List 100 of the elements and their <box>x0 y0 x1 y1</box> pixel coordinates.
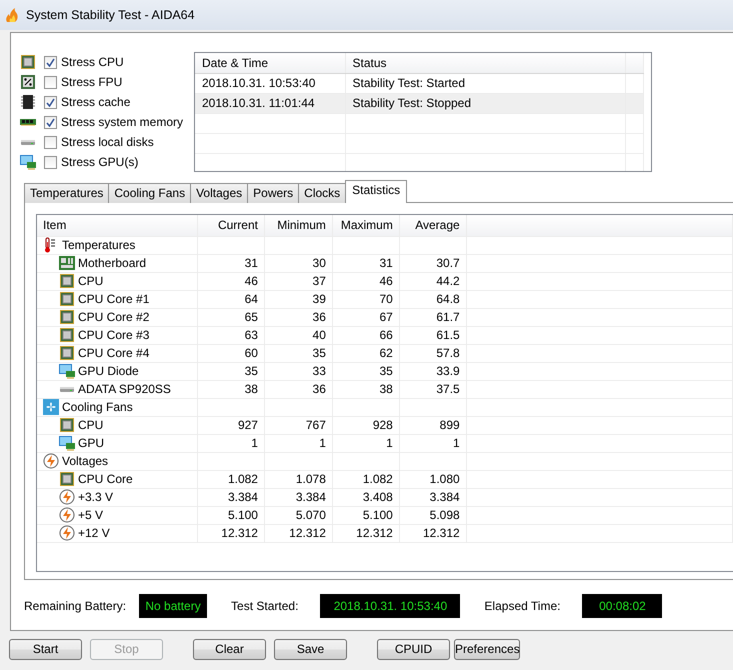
table-cell: 37 <box>312 274 326 288</box>
column-header[interactable]: Average <box>399 215 466 236</box>
table-cell: 37.5 <box>436 382 460 396</box>
sensor-label: CPU Core #1 <box>78 291 150 307</box>
table-cell: 33.9 <box>436 364 460 378</box>
tab[interactable]: Temperatures <box>24 183 110 203</box>
monitor-card-icon <box>20 154 36 170</box>
sensor-label: CPU Core #4 <box>78 345 150 361</box>
tab[interactable]: Voltages <box>190 183 248 203</box>
table-cell: 64.8 <box>436 292 460 306</box>
table-cell: 67 <box>379 310 393 324</box>
checkbox-label[interactable]: Stress cache <box>61 94 130 110</box>
table-cell: 1 <box>453 436 460 450</box>
table-cell: 38 <box>244 382 258 396</box>
checkbox[interactable] <box>44 136 57 148</box>
checkbox-label[interactable]: Stress GPU(s) <box>61 154 138 170</box>
column-header[interactable]: Item <box>37 215 198 236</box>
checkbox-label[interactable]: Stress system memory <box>61 114 184 130</box>
group-label: Voltages <box>62 453 108 469</box>
lightning-icon <box>59 507 75 523</box>
tab[interactable]: Clocks <box>298 183 346 203</box>
table-cell: 33 <box>312 364 326 378</box>
table-cell: 30 <box>312 256 326 270</box>
table-cell: 5.098 <box>430 508 460 522</box>
checkbox[interactable] <box>44 96 57 108</box>
column-header[interactable]: Minimum <box>264 215 332 236</box>
table-cell: 1 <box>319 436 326 450</box>
table-cell: 30.7 <box>436 256 460 270</box>
status-display: 00:08:02 <box>582 594 662 618</box>
column-header[interactable]: Current <box>198 215 264 236</box>
window-title: System Stability Test - AIDA64 <box>26 8 195 22</box>
field-label: Remaining Battery: <box>24 598 126 614</box>
chip-icon <box>59 327 75 343</box>
chip-icon <box>59 273 75 289</box>
sensor-label: CPU <box>78 417 104 433</box>
table-cell: 39 <box>312 292 326 306</box>
table-cell: 60 <box>244 346 258 360</box>
checkbox-label[interactable]: Stress FPU <box>61 74 122 90</box>
sensor-label: +5 V <box>78 507 104 523</box>
table-cell: 767 <box>306 418 326 432</box>
sensor-label: +12 V <box>78 525 110 541</box>
button[interactable]: Start <box>9 639 82 660</box>
checkbox-label[interactable]: Stress local disks <box>61 134 154 150</box>
fan-icon <box>43 399 59 415</box>
table-cell: 2018.10.31. 10:53:40 <box>202 76 316 90</box>
table-cell: 1.080 <box>430 472 460 486</box>
log-row[interactable]: 2018.10.31. 11:01:44 Stability Test: Stopped <box>195 93 643 113</box>
table-cell: 31 <box>379 256 393 270</box>
tab[interactable]: Powers <box>247 183 300 203</box>
table-cell: 35 <box>379 364 393 378</box>
tab[interactable]: Cooling Fans <box>108 183 192 203</box>
sensor-label: CPU <box>78 273 104 289</box>
column-header[interactable]: Maximum <box>332 215 400 236</box>
button[interactable]: Clear <box>193 639 266 660</box>
sensor-label: GPU Diode <box>78 363 139 379</box>
column-header[interactable]: Status <box>345 53 625 73</box>
table-cell: 61.5 <box>436 328 460 342</box>
table-cell: 65 <box>244 310 258 324</box>
percent-chip-icon <box>20 74 36 90</box>
checkbox[interactable] <box>44 156 57 168</box>
status-display: No battery <box>139 594 208 618</box>
chip-icon <box>59 291 75 307</box>
checkbox[interactable] <box>44 116 57 128</box>
table-cell: 928 <box>372 418 393 432</box>
table-cell: 3.408 <box>362 490 393 504</box>
log-row[interactable]: 2018.10.31. 10:53:40 Stability Test: Started <box>195 73 643 93</box>
table-cell: Stability Test: Stopped <box>352 96 472 110</box>
lightning-icon <box>59 489 75 505</box>
column-header[interactable]: Date & Time <box>195 53 345 73</box>
group-label: Temperatures <box>62 237 136 253</box>
checkbox-label[interactable]: Stress CPU <box>61 54 124 70</box>
table-cell: 38 <box>379 382 393 396</box>
sensor-label: GPU <box>78 435 104 451</box>
table-cell: 12.312 <box>289 526 326 540</box>
table-cell: 36 <box>312 310 326 324</box>
table-cell: 3.384 <box>228 490 258 504</box>
sensor-label: +3.3 V <box>78 489 114 505</box>
button[interactable]: CPUID <box>377 639 450 660</box>
table-cell: 31 <box>244 256 258 270</box>
table-cell: 5.100 <box>228 508 258 522</box>
button[interactable]: Preferences <box>454 639 520 660</box>
table-cell: 63 <box>244 328 258 342</box>
table-cell: 46 <box>379 274 393 288</box>
field-label: Test Started: <box>231 598 298 614</box>
table-cell: 2018.10.31. 11:01:44 <box>202 96 315 110</box>
table-cell: 61.7 <box>436 310 460 324</box>
tab[interactable]: Statistics <box>345 180 408 203</box>
drive-icon <box>59 386 75 392</box>
drive-icon <box>20 138 36 146</box>
button[interactable]: Save <box>274 639 347 660</box>
table-cell: 1 <box>386 436 393 450</box>
table-cell: 36 <box>312 382 326 396</box>
checkbox[interactable] <box>44 56 57 68</box>
table-cell: 5.070 <box>296 508 326 522</box>
chip-icon <box>59 417 75 433</box>
table-cell: 44.2 <box>436 274 460 288</box>
checkbox[interactable] <box>44 76 57 88</box>
table-cell: 57.8 <box>436 346 460 360</box>
table-cell: 66 <box>379 328 393 342</box>
table-cell: 64 <box>244 292 258 306</box>
